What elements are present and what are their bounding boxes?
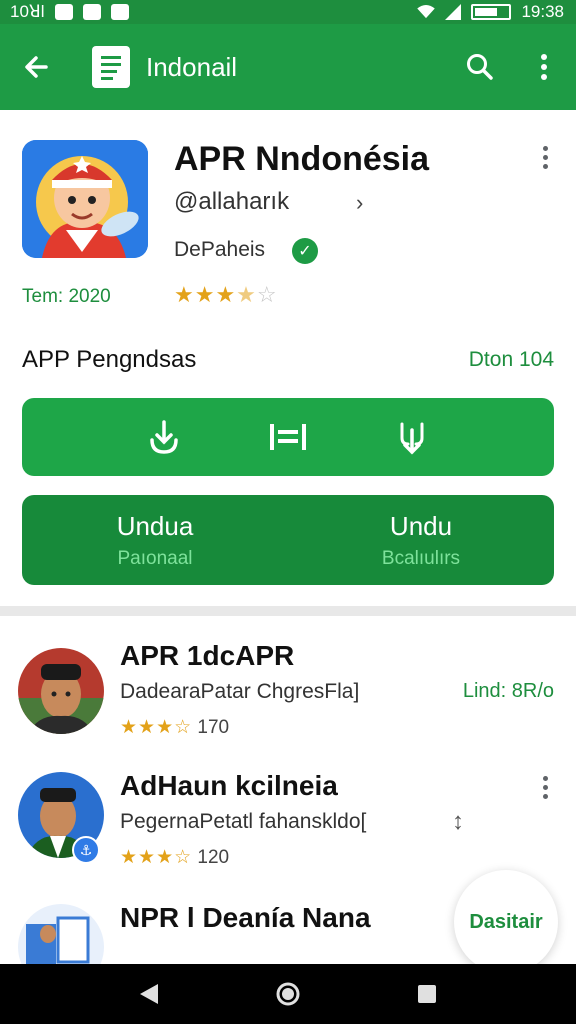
nav-home-button[interactable] xyxy=(268,974,308,1014)
battery-icon xyxy=(471,4,512,20)
app-header: APR Nndonésia @allaharık › DePaheis ✓ Te… xyxy=(0,110,576,330)
sort-arrows-icon[interactable]: ↕ xyxy=(452,808,464,836)
status-left: 10ꓤl xyxy=(10,2,129,22)
touch-download-button[interactable] xyxy=(139,412,189,462)
notification-icon-2 xyxy=(82,4,101,20)
app-bar: Indonail xyxy=(0,24,576,110)
developer-link[interactable]: @allaharık xyxy=(174,188,289,216)
list-button[interactable] xyxy=(263,412,313,462)
navigation-bar xyxy=(0,964,576,1024)
item-title: APR 1dcAPR xyxy=(120,640,295,671)
app-icon[interactable] xyxy=(22,140,148,258)
floating-action-button[interactable]: Dasitair xyxy=(454,870,558,974)
signal-icon xyxy=(445,4,462,20)
anchor-badge-icon: ⚓ xyxy=(72,836,100,864)
item-title: NPR l Deanía Nana xyxy=(120,902,371,933)
section-count: Dton 104 xyxy=(468,348,554,371)
section-divider xyxy=(0,606,576,616)
app-bar-title: Indonail xyxy=(146,51,238,82)
list-item[interactable]: APR 1dcAPR DadearaPatar ChgresFla] ★★★☆ … xyxy=(0,630,576,750)
header-more-button[interactable] xyxy=(530,146,560,176)
cartoon-boy-icon xyxy=(22,140,148,258)
back-button[interactable] xyxy=(0,24,72,110)
carrier-label: 10ꓤl xyxy=(10,2,45,21)
triangle-back-icon xyxy=(140,984,159,1004)
wifi-icon xyxy=(417,5,436,19)
list-icon xyxy=(270,424,306,450)
avatar xyxy=(18,648,104,734)
section-title: APP Pengndsas xyxy=(22,346,197,373)
app-year: Tem: 2020 xyxy=(22,286,111,307)
list-item[interactable]: ⚓ AdHaun kcilneia PegernaPetatl fahanskl… xyxy=(0,762,576,882)
action-bar xyxy=(22,398,554,476)
arrow-left-icon xyxy=(25,56,48,78)
download-panel: Undua Paıonaal Undu Bcalıulırs xyxy=(22,495,554,585)
download-right-sublabel: Bcalıulırs xyxy=(381,547,461,569)
item-subtitle: DadearaPatar ChgresFla] xyxy=(120,680,360,703)
share-download-button[interactable] xyxy=(387,412,437,462)
chevron-right-icon[interactable]: › xyxy=(356,190,363,216)
item-stars: ★★★☆ xyxy=(120,717,193,738)
item-rating: ★★★☆ 170 xyxy=(120,716,229,739)
rating-stars: ★★★★☆ xyxy=(174,282,278,307)
more-options-button[interactable] xyxy=(512,24,576,110)
status-bar: 10ꓤl 19:38 xyxy=(0,0,576,24)
more-vert-icon xyxy=(541,54,547,80)
person-avatar-icon xyxy=(18,648,104,734)
category-label: DePaheis xyxy=(174,238,266,261)
nav-recents-button[interactable] xyxy=(407,974,447,1014)
item-stars: ★★★☆ xyxy=(120,847,193,868)
circle-home-icon xyxy=(276,982,300,1006)
download-option-right[interactable]: Undu Bcalıulırs xyxy=(288,495,554,585)
search-icon xyxy=(467,54,493,80)
share-download-icon xyxy=(400,422,424,455)
download-option-left[interactable]: Undua Paıonaal xyxy=(22,495,288,585)
notification-icon-3 xyxy=(110,4,129,20)
square-recents-icon xyxy=(417,985,436,1003)
notification-icon xyxy=(54,4,73,20)
download-right-label: Undu xyxy=(389,510,453,541)
item-rating-count: 170 xyxy=(197,717,230,738)
item-title: AdHaun kcilneia xyxy=(120,770,338,801)
status-right: 19:38 xyxy=(417,2,564,22)
check-circle-icon: ✓ xyxy=(292,238,318,264)
download-left-label: Undua xyxy=(116,510,194,541)
download-left-sublabel: Paıonaal xyxy=(117,547,193,569)
item-subtitle: PegernaPetatl fahanskldo[ xyxy=(120,810,367,833)
clock: 19:38 xyxy=(521,2,564,21)
app-logo xyxy=(92,46,130,88)
item-rating-count: 120 xyxy=(197,847,230,868)
item-side-label: Lind: 8R/o xyxy=(462,680,554,702)
search-button[interactable] xyxy=(448,24,512,110)
app-name: APR Nndonésia xyxy=(174,140,430,178)
item-more-button[interactable] xyxy=(530,776,560,806)
nav-back-button[interactable] xyxy=(129,974,169,1014)
item-rating: ★★★☆ 120 xyxy=(120,846,229,869)
touch-download-icon xyxy=(150,420,178,454)
